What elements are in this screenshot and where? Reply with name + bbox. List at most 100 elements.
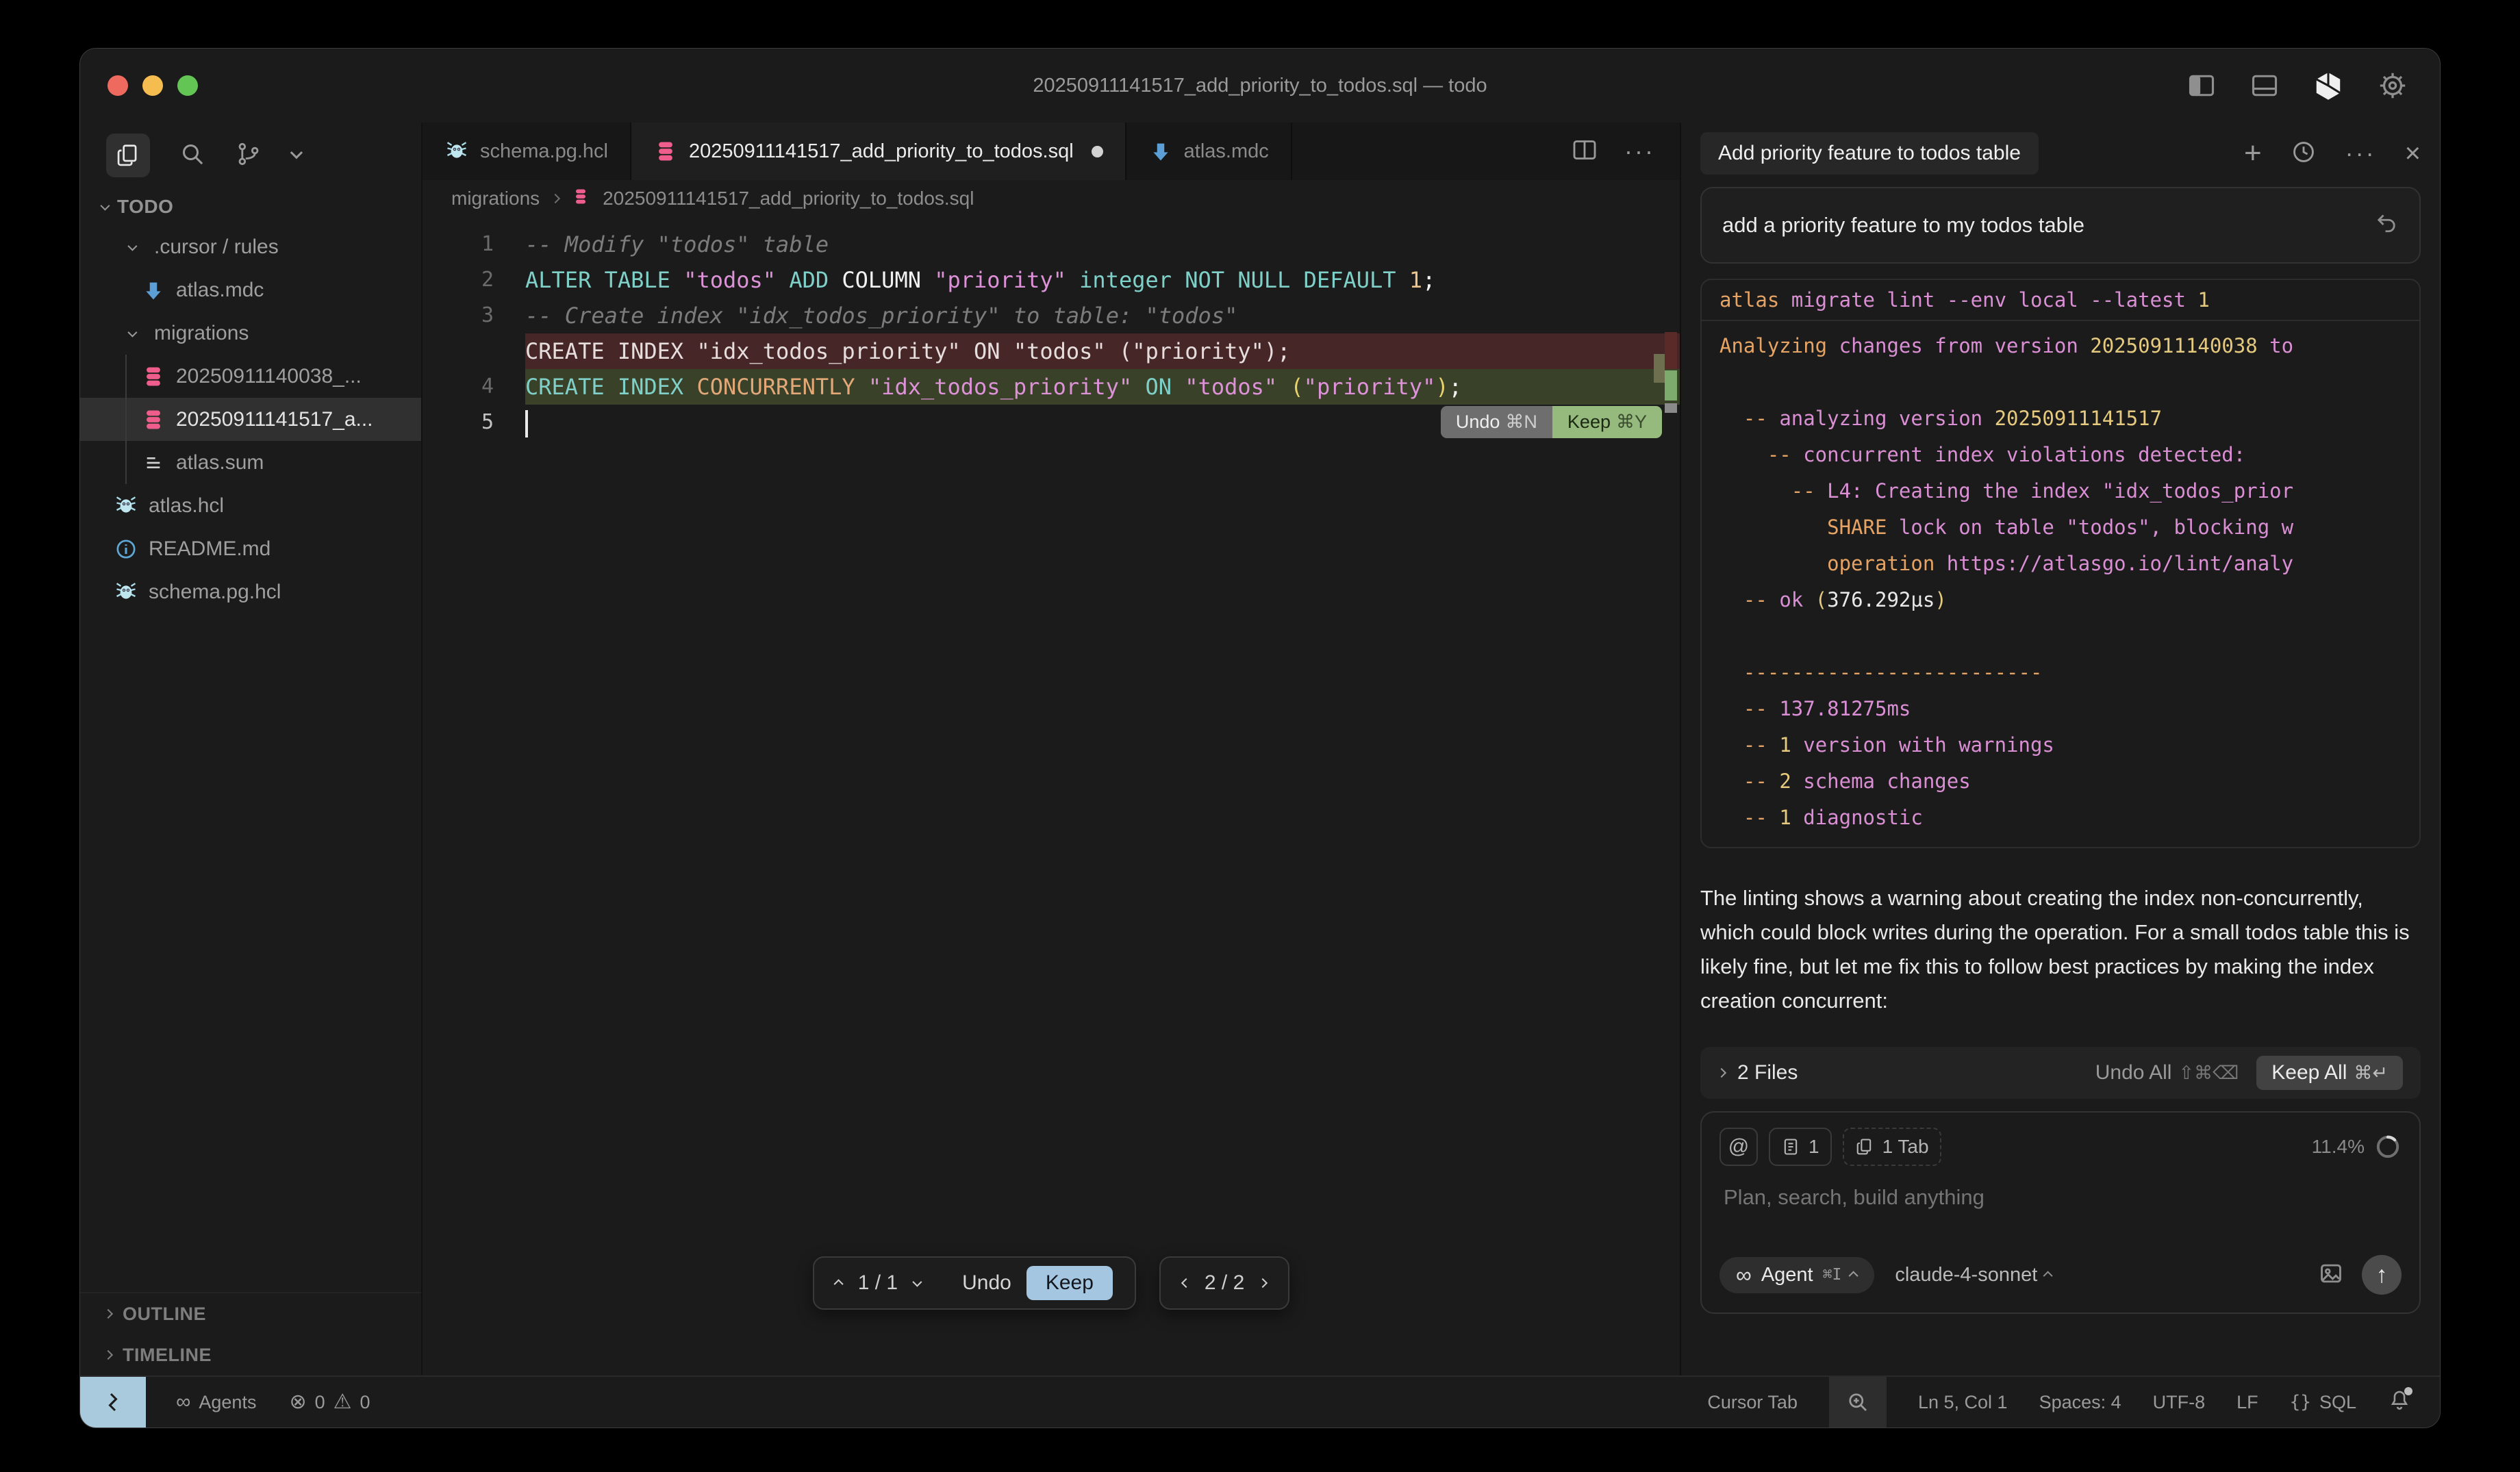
tree-item-20250911141517-a-[interactable]: 20250911141517_a...: [80, 398, 421, 441]
terminal-output-block: atlas migrate lint --env local --latest …: [1700, 279, 2421, 848]
tree-item-20250911140038-[interactable]: 20250911140038_...: [80, 355, 421, 398]
tab-context-chip[interactable]: 1 Tab: [1843, 1128, 1941, 1166]
status-bar: ∞ Agents ⊗ 0 ⚠ 0 Cursor Tab Ln 5, Col 1 …: [80, 1375, 2440, 1427]
new-chat-icon[interactable]: +: [2244, 138, 2262, 168]
remote-indicator[interactable]: [80, 1377, 146, 1427]
terminal-line: -- 137.81275ms: [1719, 691, 2402, 727]
notifications-bell-icon[interactable]: [2388, 1388, 2411, 1417]
split-editor-icon[interactable]: [1571, 136, 1598, 167]
cursor-logo-icon[interactable]: [2313, 70, 2344, 101]
context-usage-ring-icon: [2374, 1133, 2402, 1160]
line-col-status[interactable]: Ln 5, Col 1: [1918, 1392, 2008, 1413]
files-count[interactable]: 2 Files: [1737, 1061, 1798, 1084]
encoding-status[interactable]: UTF-8: [2153, 1392, 2206, 1413]
changed-files-bar: 2 Files Undo All⇧⌘⌫ Keep All⌘↵: [1700, 1047, 2421, 1099]
next-diff-icon[interactable]: [912, 1278, 922, 1287]
project-root-label: TODO: [117, 196, 173, 218]
terminal-line: SHARE lock on table "todos", blocking w: [1719, 509, 2402, 546]
code-line[interactable]: 3-- Create index "idx_todos_priority" to…: [423, 298, 1680, 333]
chat-title-tab[interactable]: Add priority feature to todos table: [1700, 132, 2039, 175]
toggle-sidebar-icon[interactable]: [2187, 71, 2217, 101]
user-message[interactable]: add a priority feature to my todos table: [1700, 187, 2421, 264]
explorer-view-icon[interactable]: [106, 134, 150, 177]
code-area[interactable]: 1-- Modify "todos" table2ALTER TABLE "to…: [423, 217, 1680, 1375]
toggle-panel-icon[interactable]: [2250, 71, 2280, 101]
code-line[interactable]: 4CREATE INDEX CONCURRENTLY "idx_todos_pr…: [423, 369, 1680, 405]
agent-mode-selector[interactable]: ∞ Agent ⌘I: [1719, 1257, 1874, 1293]
infinity-icon: ∞: [176, 1392, 190, 1412]
tree-item-migrations[interactable]: migrations: [80, 312, 421, 355]
keep-all-button[interactable]: Keep All⌘↵: [2256, 1056, 2403, 1090]
tree-item-atlas-mdc[interactable]: atlas.mdc: [80, 268, 421, 312]
chevron-down-icon: [100, 201, 110, 211]
search-view-icon[interactable]: [179, 140, 206, 171]
cursor-tab-status[interactable]: Cursor Tab: [1707, 1392, 1798, 1413]
screencast-zoom-indicator[interactable]: [1829, 1377, 1887, 1427]
context-usage-label: 11.4%: [2312, 1136, 2365, 1158]
line-number: 4: [423, 369, 525, 405]
timeline-section[interactable]: TIMELINE: [80, 1334, 421, 1375]
errors-icon: ⊗: [289, 1392, 306, 1412]
history-icon[interactable]: [2291, 139, 2317, 168]
terminal-line: operation https://atlasgo.io/lint/analy: [1719, 546, 2402, 582]
model-selector[interactable]: claude-4-sonnet: [1895, 1264, 2052, 1286]
breadcrumb-file[interactable]: 20250911141517_add_priority_to_todos.sql: [603, 188, 974, 210]
diff-undo-button[interactable]: Undo⌘N: [1441, 406, 1552, 438]
undo-button[interactable]: Undo: [962, 1271, 1011, 1295]
prev-file-icon[interactable]: [1181, 1278, 1191, 1288]
composer-input[interactable]: Plan, search, build anything: [1724, 1185, 2402, 1210]
language-status[interactable]: {} SQL: [2290, 1392, 2356, 1413]
code-line[interactable]: 1-- Modify "todos" table: [423, 227, 1680, 262]
indentation-status[interactable]: Spaces: 4: [2039, 1392, 2121, 1413]
editor-tabbar: schema.pg.hcl 20250911141517_add_priority…: [423, 123, 1680, 180]
problems-status[interactable]: ⊗ 0 ⚠ 0: [289, 1392, 370, 1413]
explorer-sidebar: TODO .cursor / rulesatlas.mdc migrations 2…: [80, 123, 423, 1375]
editor-tab-20250911141517-add-priority-to-todos-sql[interactable]: 20250911141517_add_priority_to_todos.sql: [631, 123, 1126, 180]
undo-all-button[interactable]: Undo All⇧⌘⌫: [2095, 1061, 2239, 1084]
editor-tab-schema-pg-hcl[interactable]: schema.pg.hcl: [423, 123, 631, 180]
unsaved-dot[interactable]: [1092, 146, 1103, 157]
diff-keep-button[interactable]: Keep⌘Y: [1552, 406, 1662, 438]
send-button[interactable]: ↑: [2362, 1255, 2402, 1295]
close-chat-icon[interactable]: ×: [2405, 140, 2421, 167]
terminal-line: -- 1 version with warnings: [1719, 727, 2402, 763]
rules-chip[interactable]: 1: [1769, 1128, 1832, 1166]
db-icon: [140, 364, 166, 390]
terminal-line: -- 1 diagnostic: [1719, 800, 2402, 836]
prev-diff-icon[interactable]: [833, 1279, 843, 1289]
agents-status[interactable]: ∞ Agents: [176, 1392, 256, 1413]
code-line-deleted[interactable]: CREATE INDEX "idx_todos_priority" ON "to…: [423, 333, 1680, 369]
attach-image-icon[interactable]: [2318, 1260, 2344, 1290]
keep-button[interactable]: Keep: [1026, 1266, 1113, 1300]
project-root-header[interactable]: TODO: [80, 188, 421, 225]
breadcrumb[interactable]: migrations 20250911141517_add_priority_t…: [423, 180, 1680, 217]
outline-section[interactable]: OUTLINE: [80, 1293, 421, 1334]
diff-inline-widget: Undo⌘N Keep⌘Y: [1441, 406, 1662, 438]
chat-composer[interactable]: @ 1 1 Tab 11.4% Plan, search, build anyt…: [1700, 1111, 2421, 1314]
infinity-icon: ∞: [1736, 1264, 1752, 1286]
expand-files-icon[interactable]: [1717, 1068, 1726, 1078]
breadcrumb-folder[interactable]: migrations: [451, 188, 540, 210]
chev-icon: [118, 234, 144, 260]
restore-checkpoint-icon[interactable]: [2374, 210, 2399, 240]
source-control-icon[interactable]: [235, 140, 262, 171]
eol-status[interactable]: LF: [2236, 1392, 2258, 1413]
mention-button[interactable]: @: [1719, 1128, 1758, 1166]
more-actions-icon[interactable]: ···: [1624, 137, 1655, 166]
chevron-up-icon: [1849, 1271, 1859, 1280]
tree-item-atlas-sum[interactable]: atlas.sum: [80, 441, 421, 484]
code-line[interactable]: 2ALTER TABLE "todos" ADD COLUMN "priorit…: [423, 262, 1680, 298]
chat-more-icon[interactable]: ···: [2345, 139, 2376, 168]
settings-gear-icon[interactable]: [2377, 70, 2408, 101]
tree-item--cursor-rules[interactable]: .cursor / rules: [80, 225, 421, 268]
editor-tab-atlas-mdc[interactable]: atlas.mdc: [1126, 123, 1292, 180]
next-file-icon[interactable]: [1258, 1278, 1268, 1288]
mdc-icon: [140, 277, 166, 303]
tree-item-readme-md[interactable]: README.md: [80, 527, 421, 570]
tree-item-schema-pg-hcl[interactable]: schema.pg.hcl: [80, 570, 421, 613]
views-chevron-icon[interactable]: [291, 149, 300, 162]
tab-label: 20250911141517_add_priority_to_todos.sql: [689, 140, 1074, 163]
tree-item-label: migrations: [154, 322, 249, 345]
code-text: CREATE INDEX CONCURRENTLY "idx_todos_pri…: [525, 369, 1680, 405]
tree-item-atlas-hcl[interactable]: atlas.hcl: [80, 484, 421, 527]
